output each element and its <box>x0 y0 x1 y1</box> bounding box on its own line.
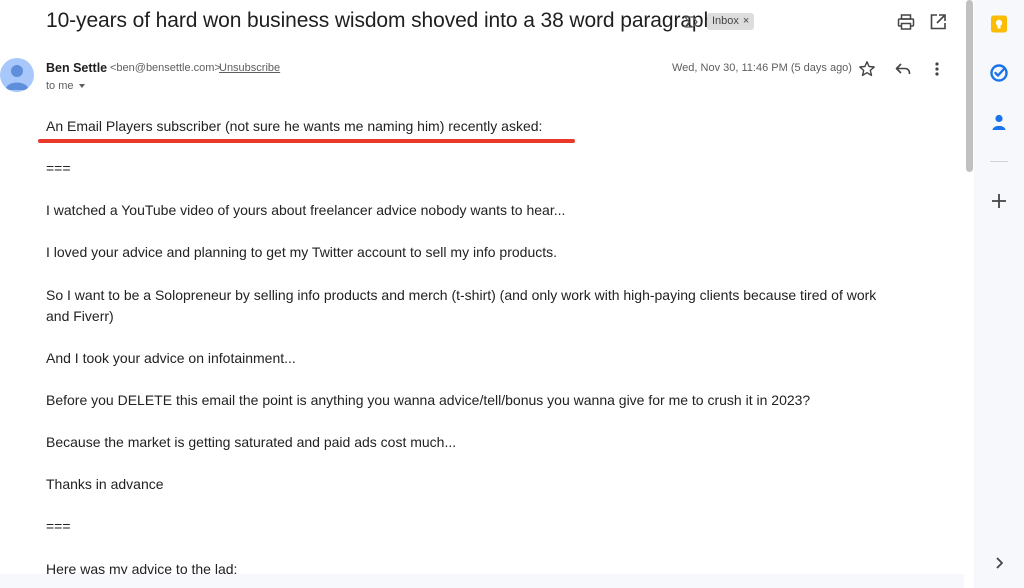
body-line: Before you DELETE this email the point i… <box>46 392 811 408</box>
body-line: An Email Players subscriber (not sure he… <box>46 118 543 134</box>
remove-label-button[interactable]: × <box>743 15 749 27</box>
person-icon <box>5 65 29 90</box>
caret-down-icon <box>78 84 85 89</box>
inbox-label-chip[interactable]: Inbox × <box>707 13 755 30</box>
red-underline-annotation <box>38 139 575 143</box>
star-icon[interactable] <box>858 60 876 78</box>
body-line: and Fiverr) <box>46 308 114 324</box>
recipient-details-toggle[interactable]: to me <box>46 80 85 92</box>
body-line: I loved your advice and planning to get … <box>46 244 558 260</box>
email-view: 10-years of hard won business wisdom sho… <box>0 0 964 588</box>
sender-avatar[interactable] <box>0 58 34 92</box>
more-vert-icon[interactable] <box>928 60 946 78</box>
importance-marker-icon[interactable] <box>683 14 699 30</box>
reply-icon[interactable] <box>894 60 912 78</box>
body-line: So I want to be a Solopreneur by selling… <box>46 287 877 303</box>
body-line: Because the market is getting saturated … <box>46 434 457 450</box>
chevron-right-icon[interactable] <box>989 553 1009 573</box>
inbox-label-text: Inbox <box>712 15 739 27</box>
bottom-strip <box>0 574 974 588</box>
body-line: === <box>46 518 71 534</box>
email-date: Wed, Nov 30, 11:46 PM (5 days ago) <box>672 62 852 74</box>
side-panel-divider <box>990 161 1008 162</box>
add-icon[interactable] <box>989 191 1009 211</box>
recipient-text: to me <box>46 80 74 92</box>
print-icon[interactable] <box>896 12 916 32</box>
tasks-icon[interactable] <box>989 63 1009 83</box>
contacts-icon[interactable] <box>989 112 1009 132</box>
sender-email: <ben@bensettle.com> <box>110 62 221 74</box>
email-subject: 10-years of hard won business wisdom sho… <box>46 9 716 32</box>
body-line: Thanks in advance <box>46 476 164 492</box>
side-panel <box>974 0 1024 588</box>
open-in-new-window-icon[interactable] <box>928 12 948 32</box>
body-line: === <box>46 160 71 176</box>
unsubscribe-link[interactable]: Unsubscribe <box>219 62 280 74</box>
keep-icon[interactable] <box>989 14 1009 34</box>
scrollbar-thumb[interactable] <box>966 0 973 172</box>
body-line: I watched a YouTube video of yours about… <box>46 202 566 218</box>
body-line: And I took your advice on infotainment..… <box>46 350 296 366</box>
sender-name: Ben Settle <box>46 61 108 75</box>
